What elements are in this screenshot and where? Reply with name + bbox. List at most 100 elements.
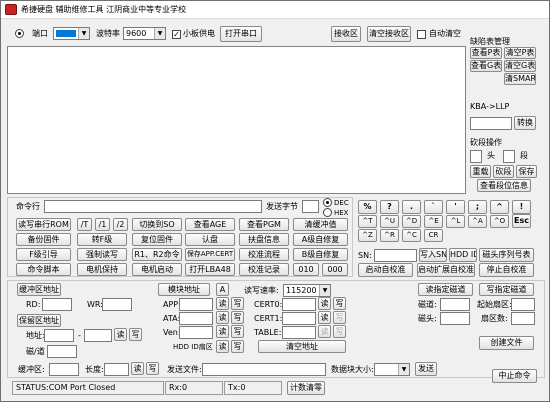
track-input[interactable] xyxy=(440,298,470,311)
app-read-button[interactable]: 读 xyxy=(216,297,229,310)
a-level-repair-button[interactable]: A级自修复 xyxy=(293,233,348,246)
slash-2-button[interactable]: /2 xyxy=(113,218,128,231)
motor-start-button[interactable]: 电机启动 xyxy=(132,263,182,276)
identify-disk-button[interactable]: 认盘 xyxy=(185,233,235,246)
view-pgm-button[interactable]: 查看PGM xyxy=(239,218,289,231)
slash-t-button[interactable]: /T xyxy=(77,218,92,231)
head-input-2[interactable] xyxy=(440,312,470,325)
ven-read-button[interactable]: 读 xyxy=(216,325,229,338)
send-bytes-input[interactable] xyxy=(302,200,319,213)
recv-area-button[interactable]: 接收区 xyxy=(331,26,361,42)
create-file-button[interactable]: 创建文件 xyxy=(479,336,534,350)
a-button[interactable]: A xyxy=(216,283,229,296)
key-quote[interactable]: ' xyxy=(446,200,465,214)
wr-input[interactable] xyxy=(102,298,132,311)
clear-addr-button[interactable]: 清空地址 xyxy=(258,340,346,353)
reset-button[interactable]: 重载 xyxy=(470,165,491,178)
addr-input-1[interactable] xyxy=(44,329,74,342)
cmd-script-button[interactable]: 命令脚本 xyxy=(16,263,71,276)
send-button[interactable]: 发送 xyxy=(415,362,437,376)
counter-clear-button[interactable]: 计数清零 xyxy=(287,381,325,395)
buf-read-button[interactable]: 读 xyxy=(131,362,144,375)
start-selfcal-button[interactable]: 启动自校准 xyxy=(358,263,413,277)
seg-input[interactable] xyxy=(503,150,515,163)
head-input[interactable] xyxy=(470,150,482,163)
convert-button[interactable]: 转换 xyxy=(514,116,536,130)
baud-select[interactable]: 9600 ▼ xyxy=(123,27,166,40)
auto-clear-checkbox[interactable] xyxy=(417,30,426,39)
clear-buffer-button[interactable]: 清缓冲值 xyxy=(293,218,348,231)
key-ctrl-z[interactable]: ^Z xyxy=(358,229,377,242)
key-dot[interactable]: . xyxy=(402,200,421,214)
hdd-id-read-button[interactable]: 读 xyxy=(216,340,229,353)
port-select[interactable]: ▼ xyxy=(53,27,90,40)
clear-g-button[interactable]: 清空G表 xyxy=(504,60,536,72)
clear-p-button[interactable]: 清空P表 xyxy=(504,47,536,59)
dec-radio[interactable] xyxy=(323,198,332,207)
sn-input[interactable] xyxy=(374,249,417,262)
f-boot-button[interactable]: F级引导 xyxy=(16,248,71,261)
hdd-id-write-button[interactable]: 写 xyxy=(231,340,244,353)
switch-so-button[interactable]: 切换到SO xyxy=(132,218,182,231)
cmd-input[interactable] xyxy=(44,200,262,213)
ven-write-button[interactable]: 写 xyxy=(231,325,244,338)
table-input[interactable] xyxy=(282,326,316,339)
key-caret[interactable]: ^ xyxy=(490,200,509,214)
backup-fw-button[interactable]: 备份固件 xyxy=(16,233,71,246)
code-000-button[interactable]: 000 xyxy=(322,263,348,276)
save-app-cert-button[interactable]: 保存APP.CERT xyxy=(185,248,235,261)
hdd-id-button[interactable]: HDD ID xyxy=(449,248,477,262)
write-sn-button[interactable]: 写入SN xyxy=(419,248,447,262)
cut-button[interactable]: 砍段 xyxy=(493,165,514,178)
disk-info-button[interactable]: 扶盘信息 xyxy=(239,233,289,246)
addr-write-button[interactable]: 写 xyxy=(129,328,142,341)
key-ctrl-o[interactable]: ^O xyxy=(490,215,509,228)
key-ctrl-u[interactable]: ^U xyxy=(380,215,399,228)
view-p-button[interactable]: 查看P表 xyxy=(470,47,502,59)
port-radio[interactable] xyxy=(15,29,24,38)
cert0-input[interactable] xyxy=(282,298,316,311)
block-size-select[interactable]: ▼ xyxy=(374,363,410,376)
reserve-addr-button[interactable]: 保留区地址 xyxy=(17,314,61,327)
length-input[interactable] xyxy=(104,363,129,376)
addr-input-2[interactable] xyxy=(84,329,112,342)
read-track-button[interactable]: 读指定磁道 xyxy=(418,283,473,296)
key-cr[interactable]: CR xyxy=(424,229,443,242)
b-level-repair-button[interactable]: B级自修复 xyxy=(293,248,348,261)
cyl-input[interactable] xyxy=(47,345,77,358)
clear-smart-button[interactable]: 清SMART xyxy=(504,73,536,85)
rw-rate-select[interactable]: 115200 ▼ xyxy=(283,284,331,297)
to-f-level-button[interactable]: 转F级 xyxy=(77,233,127,246)
write-track-button[interactable]: 写指定磁道 xyxy=(479,283,534,296)
head-serial-table-button[interactable]: 磁头序列号表 xyxy=(479,248,534,262)
key-percent[interactable]: % xyxy=(358,200,377,214)
save-button[interactable]: 保存 xyxy=(516,165,537,178)
key-question[interactable]: ? xyxy=(380,200,399,214)
view-seg-button[interactable]: 查看段位信息 xyxy=(477,179,531,192)
module-addr-button[interactable]: 模块地址 xyxy=(158,283,210,296)
receive-textarea[interactable] xyxy=(7,46,466,194)
addr-read-button[interactable]: 读 xyxy=(114,328,127,341)
open-lba48-button[interactable]: 打开LBA48 xyxy=(185,263,235,276)
hex-radio[interactable] xyxy=(323,208,332,217)
motor-hold-button[interactable]: 电机保持 xyxy=(77,263,127,276)
ata-write-button[interactable]: 写 xyxy=(231,311,244,324)
key-ctrl-d[interactable]: ^D xyxy=(402,215,421,228)
start-sector-input[interactable] xyxy=(511,298,535,311)
key-ctrl-r[interactable]: ^R xyxy=(380,229,399,242)
table-write-button[interactable]: 写 xyxy=(333,325,346,338)
key-semicolon[interactable]: ; xyxy=(468,200,487,214)
code-010-button[interactable]: 010 xyxy=(293,263,319,276)
key-ctrl-a[interactable]: ^A xyxy=(468,215,487,228)
key-backtick[interactable]: ` xyxy=(424,200,443,214)
start-ext-selfcal-button[interactable]: 启动扩展自校准 xyxy=(417,263,475,277)
buf-input[interactable] xyxy=(49,363,79,376)
buf-write-button[interactable]: 写 xyxy=(146,362,159,375)
table-read-button[interactable]: 读 xyxy=(318,325,331,338)
key-esc[interactable]: Esc xyxy=(512,214,531,228)
ven-input[interactable] xyxy=(179,326,213,339)
send-file-input[interactable] xyxy=(202,363,326,376)
ata-read-button[interactable]: 读 xyxy=(216,311,229,324)
stop-selfcal-button[interactable]: 停止自校准 xyxy=(479,263,534,277)
cert1-write-button[interactable]: 写 xyxy=(333,311,346,324)
